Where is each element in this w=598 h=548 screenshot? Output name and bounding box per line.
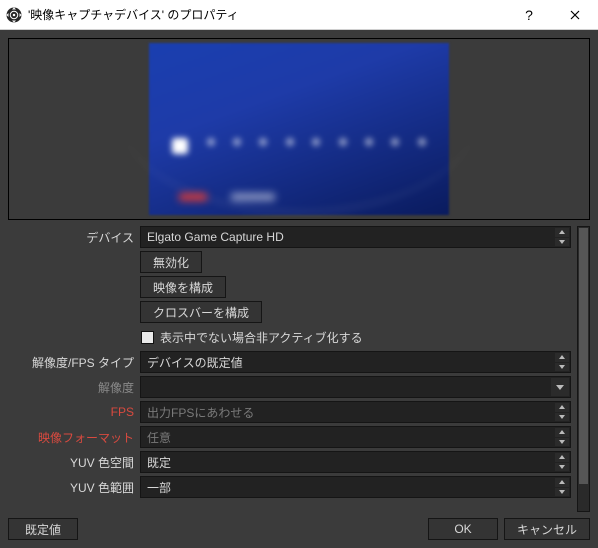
titlebar: '映像キャプチャデバイス' のプロパティ ? — [0, 0, 598, 30]
cancel-button[interactable]: キャンセル — [504, 518, 590, 540]
configure-crossbar-button[interactable]: クロスバーを構成 — [140, 301, 262, 323]
resolution-label: 解像度 — [8, 376, 140, 398]
deactivate-when-not-showing-checkbox[interactable]: 表示中でない場合非アクティブ化する — [140, 326, 363, 348]
scrollbar-thumb[interactable] — [579, 228, 588, 484]
yuv-color-range-value: 一部 — [147, 479, 171, 496]
preview-frame — [8, 38, 590, 220]
checkbox-box-icon — [141, 331, 154, 344]
fps-select[interactable]: 出力FPSにあわせる — [140, 401, 571, 423]
fps-value: 出力FPSにあわせる — [147, 404, 254, 421]
properties-form: デバイス Elgato Game Capture HD 無効化 映像を構成 クロ… — [8, 226, 573, 512]
app-icon — [0, 0, 28, 30]
spin-icon — [555, 353, 569, 371]
video-format-value: 任意 — [147, 429, 171, 446]
spin-icon — [555, 228, 569, 246]
yuv-color-space-label: YUV 色空間 — [8, 451, 140, 473]
spin-icon — [555, 403, 569, 421]
ok-button[interactable]: OK — [428, 518, 498, 540]
resolution-select[interactable] — [140, 376, 571, 398]
checkbox-label: 表示中でない場合非アクティブ化する — [160, 329, 363, 346]
dialog-footer: 既定値 OK キャンセル — [8, 518, 590, 540]
spin-icon — [555, 453, 569, 471]
spin-icon — [555, 428, 569, 446]
device-value: Elgato Game Capture HD — [147, 230, 284, 244]
device-select[interactable]: Elgato Game Capture HD — [140, 226, 571, 248]
configure-video-button[interactable]: 映像を構成 — [140, 276, 226, 298]
video-preview — [11, 41, 587, 217]
yuv-color-range-select[interactable]: 一部 — [140, 476, 571, 498]
yuv-color-range-label: YUV 色範囲 — [8, 476, 140, 498]
res-fps-type-label: 解像度/FPS タイプ — [8, 351, 140, 373]
disable-button[interactable]: 無効化 — [140, 251, 202, 273]
res-fps-type-value: デバイスの既定値 — [147, 354, 243, 371]
res-fps-type-select[interactable]: デバイスの既定値 — [140, 351, 571, 373]
spin-icon — [555, 478, 569, 496]
yuv-color-space-value: 既定 — [147, 454, 171, 471]
defaults-button[interactable]: 既定値 — [8, 518, 78, 540]
video-format-label: 映像フォーマット — [8, 426, 140, 448]
chevron-down-icon — [551, 378, 569, 396]
fps-label: FPS — [8, 401, 140, 423]
close-button[interactable] — [552, 0, 598, 30]
window-title: '映像キャプチャデバイス' のプロパティ — [28, 6, 506, 23]
video-format-select[interactable]: 任意 — [140, 426, 571, 448]
help-button[interactable]: ? — [506, 0, 552, 30]
device-label: デバイス — [8, 226, 140, 248]
form-scrollbar[interactable] — [577, 226, 590, 512]
yuv-color-space-select[interactable]: 既定 — [140, 451, 571, 473]
